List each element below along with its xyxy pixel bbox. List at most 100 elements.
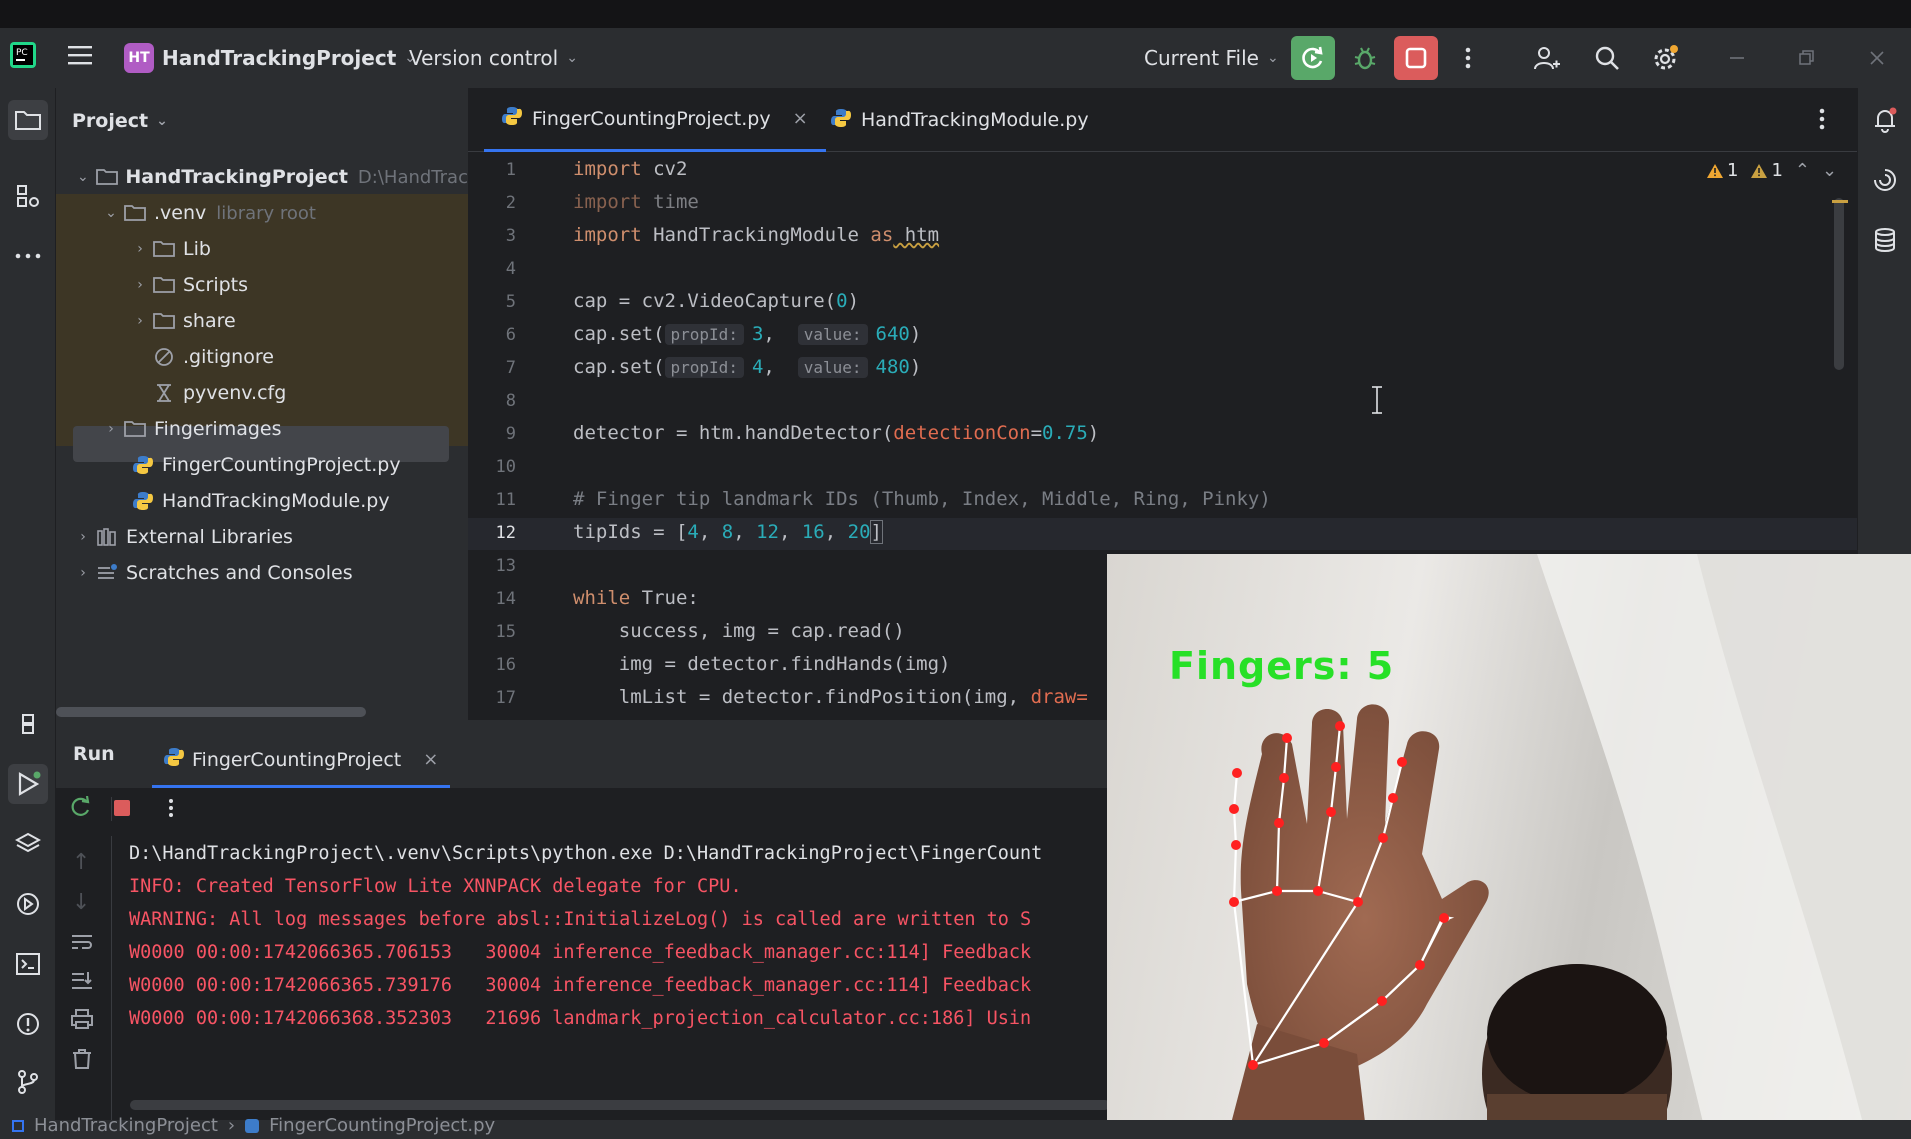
tree-item-scripts[interactable]: › Scripts [56, 267, 468, 303]
tree-item-fingerimages[interactable]: › Fingerimages [56, 411, 468, 447]
chevron-right-icon: › [137, 241, 143, 257]
layers-tool-button[interactable] [8, 824, 48, 864]
add-user-icon [1534, 47, 1560, 70]
scroll-to-end-icon[interactable] [70, 970, 94, 996]
stop-button[interactable] [1394, 36, 1438, 80]
code-line-9[interactable]: detector = htm.handDetector(detectionCon… [573, 422, 1099, 444]
chevron-down-icon[interactable]: ⌄ [1822, 160, 1837, 181]
code-line-1[interactable]: import cv2 [573, 158, 687, 180]
warning-marker[interactable] [1832, 200, 1848, 203]
python-file-icon [502, 106, 522, 131]
project-tool-button[interactable] [8, 100, 48, 140]
code-line-2[interactable]: import time [573, 191, 699, 213]
tree-item-handtrackingmodule[interactable]: HandTrackingModule.py [56, 483, 468, 519]
tab-options-button[interactable] [1819, 108, 1825, 134]
services-tool-button[interactable] [8, 884, 48, 924]
breadcrumb-file[interactable]: FingerCountingProject.py [269, 1115, 495, 1136]
editor-scrollbar[interactable] [1834, 198, 1844, 370]
more-tools-button[interactable] [8, 236, 48, 276]
scroll-down-icon[interactable]: ↓ [72, 890, 90, 915]
restore-button[interactable] [1785, 36, 1829, 80]
code-line-14[interactable]: while True: [573, 587, 699, 609]
code-line-16[interactable]: img = detector.findHands(img) [573, 653, 951, 675]
stop-icon[interactable] [113, 799, 131, 821]
code-with-me-button[interactable] [1525, 36, 1569, 80]
run-config-selector[interactable]: Current File ⌄ [1144, 46, 1279, 70]
tab-handtrackingmodule[interactable]: HandTrackingModule.py [813, 88, 1107, 152]
structure-tool-button[interactable] [8, 176, 48, 216]
more-actions-button[interactable] [1446, 36, 1490, 80]
code-line-5[interactable]: cap = cv2.VideoCapture(0) [573, 290, 859, 312]
run-panel-title: Run [73, 743, 115, 765]
notifications-button[interactable] [1865, 100, 1905, 140]
code-line-17[interactable]: lmList = detector.findPosition(img, draw… [573, 686, 1088, 708]
python-file-icon [164, 747, 184, 772]
console-horizontal-scrollbar[interactable] [130, 1100, 1110, 1110]
tree-item-lib[interactable]: › Lib [56, 231, 468, 267]
search-everywhere-button[interactable] [1585, 36, 1629, 80]
breadcrumb-project[interactable]: HandTrackingProject [34, 1115, 218, 1136]
pycharm-logo-icon[interactable]: PC [10, 42, 36, 68]
version-control-menu[interactable]: Version control ⌄ [409, 46, 578, 70]
module-icon [12, 1119, 24, 1132]
rerun-icon[interactable] [70, 795, 92, 822]
close-tab-icon[interactable]: × [423, 749, 438, 770]
trash-icon[interactable] [71, 1048, 93, 1074]
line-number: 7 [505, 358, 516, 378]
python-packages-button[interactable] [8, 704, 48, 744]
more-vertical-icon[interactable] [168, 798, 174, 822]
console-line: W0000 00:00:1742066365.739176 30004 infe… [129, 975, 1032, 996]
tree-item-scratches[interactable]: › Scratches and Consoles [56, 555, 468, 591]
inspection-widget[interactable]: 1 1 ⌃ ⌄ [1706, 160, 1837, 181]
project-panel: Project ⌄ ⌄ HandTrackingProject D:\HandT… [56, 88, 468, 720]
database-button[interactable] [1865, 220, 1905, 260]
services-icon [17, 893, 39, 915]
print-icon[interactable] [70, 1008, 94, 1034]
debug-button[interactable] [1343, 36, 1387, 80]
problems-tool-button[interactable] [8, 1004, 48, 1044]
tree-item-external-libraries[interactable]: › External Libraries [56, 519, 468, 555]
tree-item-share[interactable]: › share [56, 303, 468, 339]
minimize-button[interactable] [1715, 36, 1759, 80]
chevron-down-icon: ⌄ [105, 205, 117, 221]
tree-item-project-root[interactable]: ⌄ HandTrackingProject D:\HandTrac [56, 159, 468, 195]
code-line-6[interactable]: cap.set(propId: 3, value: 640) [573, 323, 921, 345]
tree-item-gitignore[interactable]: .gitignore [56, 339, 468, 375]
line-number-current: 12 [495, 523, 516, 543]
ignore-file-icon [151, 346, 177, 368]
tree-item-venv[interactable]: ⌄ .venv library root [56, 195, 468, 231]
warnings-count-b: 1 [1750, 160, 1783, 181]
editor-tabs: FingerCountingProject.py × HandTrackingM… [468, 88, 1857, 152]
run-tab-fingercountingproject[interactable]: FingerCountingProject × [152, 734, 451, 788]
folder-icon [94, 166, 120, 188]
code-line-15[interactable]: success, img = cap.read() [573, 620, 905, 642]
code-line-7[interactable]: cap.set(propId: 4, value: 480) [573, 356, 921, 378]
rerun-button[interactable] [1291, 36, 1335, 80]
git-tool-button[interactable] [8, 1062, 48, 1102]
scratch-icon [94, 562, 120, 584]
code-line-12[interactable]: tipIds = [4, 8, 12, 16, 20] [573, 520, 884, 544]
code-line-11[interactable]: # Finger tip landmark IDs (Thumb, Index,… [573, 488, 1271, 510]
python-file-icon [831, 108, 851, 133]
run-tool-button[interactable] [8, 764, 48, 804]
tab-fingercountingproject[interactable]: FingerCountingProject.py × [484, 88, 826, 152]
tree-item-pyvenv-cfg[interactable]: pyvenv.cfg [56, 375, 468, 411]
project-switcher[interactable]: HT HandTrackingProject ⌄ [124, 43, 416, 73]
inlay-hint: value: [797, 357, 868, 378]
close-window-button[interactable] [1855, 36, 1899, 80]
horizontal-scrollbar[interactable] [56, 707, 366, 717]
code-line-3[interactable]: import HandTrackingModule as htm [573, 224, 939, 246]
scroll-up-icon[interactable]: ↑ [72, 850, 90, 875]
main-menu-icon[interactable] [68, 44, 94, 66]
webcam-preview-window[interactable]: Fingers: 5 [1107, 554, 1911, 1139]
tree-item-fingercountingproject[interactable]: FingerCountingProject.py [56, 447, 468, 483]
close-tab-icon[interactable]: × [793, 108, 808, 129]
ai-assistant-button[interactable] [1865, 160, 1905, 200]
console-line: INFO: Created TensorFlow Lite XNNPACK de… [129, 876, 742, 897]
run-icon [18, 771, 41, 796]
project-panel-title[interactable]: Project ⌄ [72, 110, 168, 132]
chevron-up-icon[interactable]: ⌃ [1795, 160, 1810, 181]
terminal-tool-button[interactable] [8, 944, 48, 984]
settings-button[interactable] [1644, 36, 1688, 80]
soft-wrap-icon[interactable] [70, 932, 94, 956]
